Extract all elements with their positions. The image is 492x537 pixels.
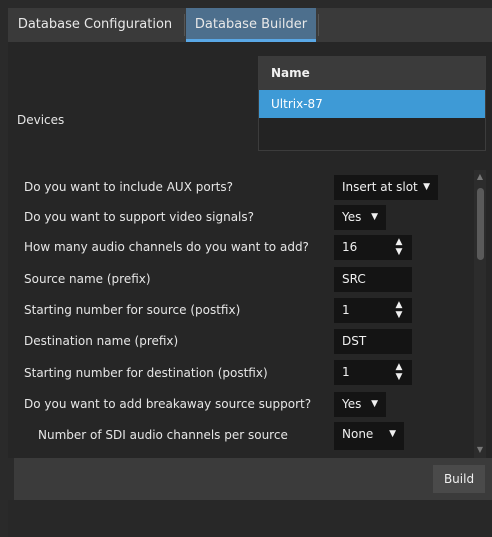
aux-ports-value: Insert at slot	[342, 180, 418, 194]
source-prefix-input[interactable]: SRC	[334, 267, 412, 292]
footer-bar	[14, 458, 492, 500]
breakaway-label: Do you want to add breakaway source supp…	[24, 397, 312, 411]
chevron-down-icon: ▼	[371, 212, 378, 222]
audio-channels-label: How many audio channels do you want to a…	[24, 240, 309, 254]
source-prefix-value: SRC	[342, 272, 366, 286]
spin-up-icon[interactable]: ▲	[394, 237, 404, 247]
source-postfix-label: Starting number for source (postfix)	[24, 303, 241, 317]
source-postfix-value: 1	[342, 303, 350, 317]
tab-database-configuration[interactable]: Database Configuration	[8, 8, 182, 42]
tab-divider	[184, 14, 185, 36]
spinner-buttons: ▲ ▼	[394, 362, 404, 383]
dest-prefix-label: Destination name (prefix)	[24, 334, 179, 348]
spin-up-icon[interactable]: ▲	[394, 362, 404, 372]
chevron-down-icon: ▼	[389, 429, 396, 439]
sdi-audio-value: None	[342, 427, 374, 441]
devices-table: Name Ultrix-87	[258, 56, 486, 151]
devices-label: Devices	[17, 113, 65, 127]
aux-ports-label: Do you want to include AUX ports?	[24, 180, 233, 194]
dest-postfix-stepper[interactable]: 1 ▲ ▼	[334, 360, 412, 385]
tab-database-builder[interactable]: Database Builder	[186, 8, 316, 42]
video-signals-dropdown[interactable]: Yes ▼	[334, 205, 386, 230]
chevron-down-icon: ▼	[423, 182, 430, 192]
spin-down-icon[interactable]: ▼	[394, 372, 404, 382]
spin-down-icon[interactable]: ▼	[394, 247, 404, 257]
chevron-down-icon: ▼	[371, 399, 378, 409]
scroll-down-icon[interactable]: ▼	[474, 445, 486, 455]
dest-postfix-value: 1	[342, 365, 350, 379]
tab-bar: Database Configuration Database Builder	[8, 8, 492, 42]
bottom-area	[8, 500, 492, 537]
spinner-buttons: ▲ ▼	[394, 300, 404, 321]
scrollbar-thumb[interactable]	[477, 188, 484, 260]
audio-channels-stepper[interactable]: 16 ▲ ▼	[334, 235, 412, 260]
sdi-audio-label: Number of SDI audio channels per source	[38, 428, 288, 442]
dest-prefix-value: DST	[342, 334, 367, 348]
build-button[interactable]: Build	[433, 465, 485, 493]
aux-ports-dropdown[interactable]: Insert at slot ▼	[334, 175, 438, 200]
dest-prefix-input[interactable]: DST	[334, 329, 412, 354]
devices-column-header: Name	[259, 56, 485, 90]
tab-divider	[318, 14, 319, 36]
breakaway-value: Yes	[342, 397, 362, 411]
scroll-up-icon[interactable]: ▲	[474, 172, 486, 182]
video-signals-label: Do you want to support video signals?	[24, 210, 255, 224]
video-signals-value: Yes	[342, 210, 362, 224]
spinner-buttons: ▲ ▼	[394, 237, 404, 258]
device-row-ultrix-87[interactable]: Ultrix-87	[259, 90, 485, 118]
spin-up-icon[interactable]: ▲	[394, 300, 404, 310]
source-prefix-label: Source name (prefix)	[24, 272, 151, 286]
spin-down-icon[interactable]: ▼	[394, 310, 404, 320]
breakaway-dropdown[interactable]: Yes ▼	[334, 392, 386, 417]
source-postfix-stepper[interactable]: 1 ▲ ▼	[334, 298, 412, 323]
dest-postfix-label: Starting number for destination (postfix…	[24, 366, 268, 380]
audio-channels-value: 16	[342, 240, 358, 254]
sdi-audio-dropdown[interactable]: None ▼	[334, 422, 404, 450]
